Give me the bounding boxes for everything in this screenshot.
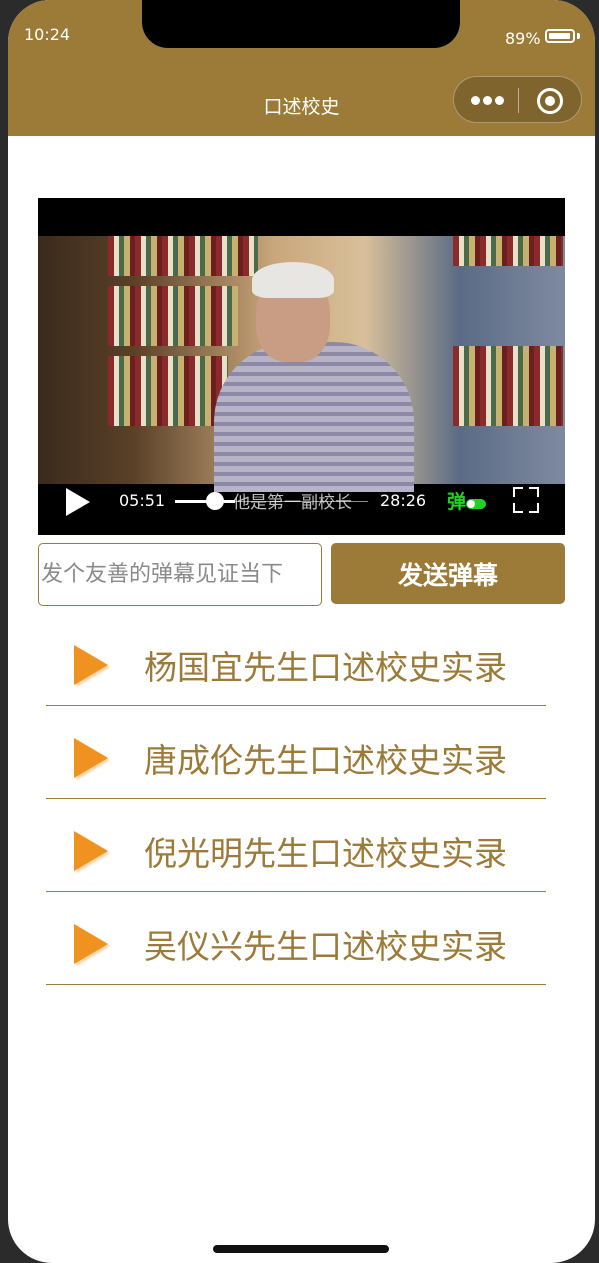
- list-item-label: 倪光明先生口述校史实录: [144, 834, 507, 873]
- video-frame: [38, 236, 565, 492]
- video-controls: 05:51 他是第一副校长 28:26 弹: [38, 484, 565, 535]
- battery-cap: [577, 33, 580, 39]
- video-player[interactable]: 05:51 他是第一副校长 28:26 弹: [38, 198, 565, 535]
- list-item-label: 杨国宜先生口述校史实录: [144, 648, 507, 687]
- battery-percent: 89%: [505, 29, 541, 48]
- notch: [142, 0, 460, 48]
- danmu-strike: [233, 501, 368, 502]
- progress-track[interactable]: [175, 500, 235, 503]
- list-item-label: 唐成伦先生口述校史实录: [144, 741, 507, 780]
- progress-thumb[interactable]: [206, 492, 224, 510]
- send-danmu-button[interactable]: 发送弹幕: [331, 543, 565, 604]
- list-item[interactable]: 唐成伦先生口述校史实录: [46, 706, 546, 799]
- play-arrow-icon: [74, 738, 108, 778]
- fullscreen-icon[interactable]: [513, 487, 539, 513]
- play-arrow-icon: [74, 831, 108, 871]
- battery-icon: [545, 29, 575, 43]
- total-time: 28:26: [380, 491, 427, 510]
- danmu-toggle-icon[interactable]: 弹: [447, 487, 466, 514]
- home-indicator: [213, 1245, 389, 1253]
- list-item-label: 吴仪兴先生口述校史实录: [144, 927, 507, 966]
- list-item[interactable]: 杨国宜先生口述校史实录: [46, 613, 546, 706]
- more-icon[interactable]: [471, 91, 505, 109]
- danmu-input[interactable]: [38, 543, 322, 606]
- oral-history-list: 杨国宜先生口述校史实录 唐成伦先生口述校史实录 倪光明先生口述校史实录 吴仪兴先…: [46, 613, 546, 985]
- list-item[interactable]: 吴仪兴先生口述校史实录: [46, 892, 546, 985]
- current-time: 05:51: [119, 491, 166, 510]
- capsule-divider: [518, 88, 519, 113]
- list-item[interactable]: 倪光明先生口述校史实录: [46, 799, 546, 892]
- phone-screen: 10:24 89% 口述校史 05:51 他是第一副校长 28:26 弹 发个友…: [8, 0, 595, 1263]
- status-time: 10:24: [24, 25, 71, 44]
- play-icon[interactable]: [66, 488, 90, 516]
- play-arrow-icon: [74, 924, 108, 964]
- danmu-toggle-switch[interactable]: [466, 499, 486, 509]
- close-miniprogram-icon[interactable]: [537, 88, 563, 114]
- miniprogram-capsule: [453, 76, 582, 123]
- nav-bar: 10:24 89% 口述校史: [8, 0, 595, 136]
- play-arrow-icon: [74, 645, 108, 685]
